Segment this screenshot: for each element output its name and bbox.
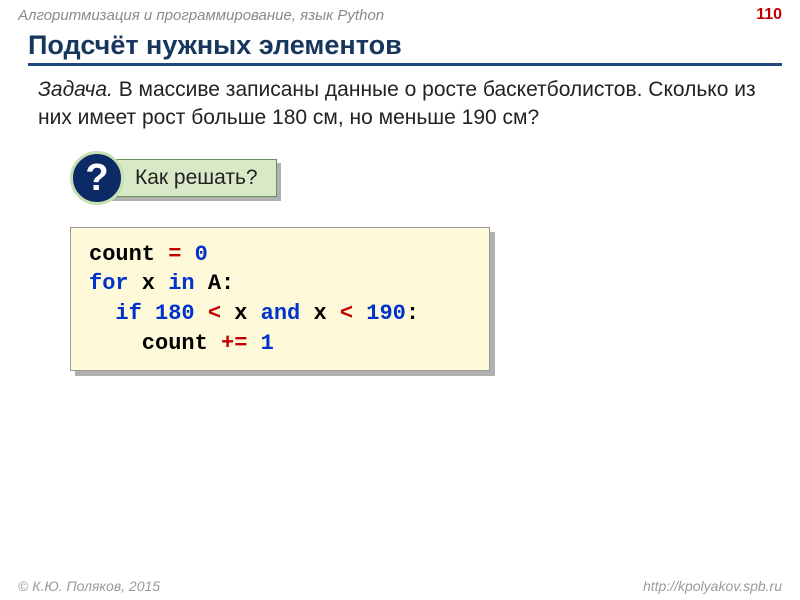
- task-label: Задача.: [38, 78, 113, 101]
- question-icon: ?: [70, 151, 124, 205]
- slide-header: Алгоритмизация и программирование, язык …: [0, 0, 800, 26]
- hint-text: Как решать?: [135, 166, 258, 189]
- slide-title: Подсчёт нужных элементов: [28, 30, 782, 66]
- hint-callout: ? Как решать?: [70, 151, 800, 205]
- footer-url: http://kpolyakov.spb.ru: [643, 578, 782, 594]
- slide-footer: © К.Ю. Поляков, 2015 http://kpolyakov.sp…: [0, 578, 800, 594]
- code-line-4: count += 1: [89, 331, 274, 356]
- hint-text-box: Как решать?: [106, 159, 277, 197]
- task-text: В массиве записаны данные о росте баскет…: [38, 78, 756, 129]
- course-title: Алгоритмизация и программирование, язык …: [18, 7, 384, 24]
- question-mark: ?: [85, 159, 108, 197]
- footer-copyright: © К.Ю. Поляков, 2015: [18, 578, 160, 594]
- code-line-3: if 180 < x and x < 190:: [89, 301, 419, 326]
- page-number: 110: [756, 6, 782, 24]
- code-line-1: count = 0: [89, 242, 208, 267]
- code-line-2: for x in A:: [89, 271, 234, 296]
- task-paragraph: Задача. В массиве записаны данные о рост…: [38, 76, 770, 133]
- code-block: count = 0 for x in A: if 180 < x and x <…: [70, 227, 490, 372]
